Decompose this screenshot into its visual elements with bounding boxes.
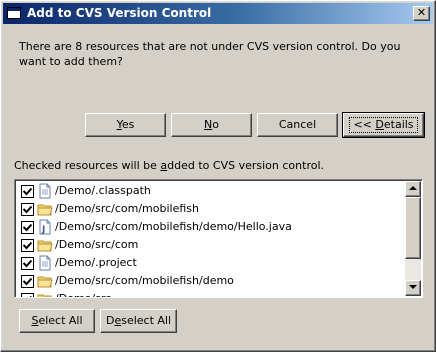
no-button[interactable]: No [171, 113, 252, 137]
deselect-all-button[interactable]: Deselect All [100, 309, 177, 333]
resource-checkbox[interactable] [21, 257, 34, 270]
yes-button[interactable]: Yes [85, 113, 166, 137]
file-icon [37, 255, 53, 271]
checked-resources-label: Checked resources will be added to CVS v… [14, 159, 325, 172]
message-text: There are 8 resources that are not under… [19, 40, 401, 68]
folder-icon [37, 273, 53, 289]
resource-path: /Demo/src/com [55, 238, 139, 251]
resource-path: /Demo/src/com/mobilefish/demo [55, 274, 234, 287]
cancel-button[interactable]: Cancel [257, 113, 338, 137]
arrow-down-icon [409, 285, 417, 289]
resource-checkbox[interactable] [21, 239, 34, 252]
resource-rows: /Demo/.classpath/Demo/src/com/mobilefish… [17, 182, 405, 297]
resource-checkbox[interactable] [21, 203, 34, 216]
folder-icon [37, 291, 53, 297]
focus-rect: << Details [349, 117, 418, 133]
close-icon: ✕ [416, 6, 427, 19]
list-item[interactable]: J/Demo/src/com/mobilefish/demo/Hello.jav… [17, 218, 405, 236]
scroll-down-button[interactable] [405, 280, 421, 296]
resource-path: /Demo/src [55, 292, 111, 297]
resource-checkbox[interactable] [21, 221, 34, 234]
window-title: Add to CVS Version Control [27, 6, 212, 20]
resource-checkbox[interactable] [21, 185, 34, 198]
list-item[interactable]: /Demo/src/com/mobilefish [17, 200, 405, 218]
resource-path: /Demo/src/com/mobilefish [55, 202, 199, 215]
list-item[interactable]: /Demo/src/com/mobilefish/demo [17, 272, 405, 290]
window-icon [7, 7, 21, 19]
svg-text:J: J [41, 225, 45, 235]
scroll-thumb[interactable] [405, 197, 421, 259]
list-item[interactable]: /Demo/.project [17, 254, 405, 272]
resource-checkbox[interactable] [21, 275, 34, 288]
list-item[interactable]: /Demo/src [17, 290, 405, 297]
arrow-up-icon [409, 186, 417, 190]
java-file-icon: J [37, 219, 53, 235]
folder-icon [37, 237, 53, 253]
file-icon [37, 183, 53, 199]
title-bar[interactable]: Add to CVS Version Control ✕ [3, 3, 433, 24]
list-item[interactable]: /Demo/src/com [17, 236, 405, 254]
close-button[interactable]: ✕ [413, 6, 430, 21]
resource-path: /Demo/.classpath [55, 184, 151, 197]
list-item[interactable]: /Demo/.classpath [17, 182, 405, 200]
scroll-up-button[interactable] [405, 181, 421, 197]
vertical-scrollbar[interactable] [405, 181, 421, 296]
resource-list[interactable]: /Demo/.classpath/Demo/src/com/mobilefish… [14, 179, 423, 298]
cvs-dialog: Add to CVS Version Control ✕ There are 8… [0, 0, 436, 352]
resource-path: /Demo/src/com/mobilefish/demo/Hello.java [55, 220, 292, 233]
resource-path: /Demo/.project [55, 256, 137, 269]
select-all-button[interactable]: Select All [19, 309, 95, 333]
folder-icon [37, 201, 53, 217]
details-button[interactable]: << Details [342, 112, 425, 138]
resource-checkbox[interactable] [21, 293, 34, 297]
